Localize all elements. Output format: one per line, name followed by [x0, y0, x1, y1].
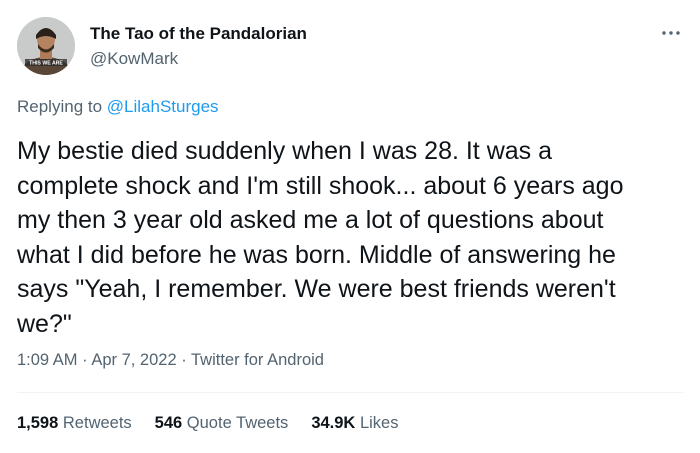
- more-horizontal-icon: [662, 31, 680, 35]
- likes-stat[interactable]: 34.9K Likes: [311, 414, 398, 433]
- tweet-source-link[interactable]: Twitter for Android: [191, 351, 324, 369]
- retweets-label: Retweets: [62, 414, 132, 432]
- reply-prefix: Replying to: [17, 97, 107, 116]
- reply-to-handle-link[interactable]: @LilahSturges: [107, 97, 219, 116]
- tweet-date-link[interactable]: Apr 7, 2022: [91, 351, 176, 369]
- tweet-time-link[interactable]: 1:09 AM: [17, 351, 78, 369]
- more-options-button[interactable]: [660, 24, 682, 42]
- retweets-stat[interactable]: 1,598 Retweets: [17, 414, 132, 433]
- reply-context: Replying to @LilahSturges: [17, 97, 219, 117]
- avatar-image: THIS WE ARE: [17, 17, 75, 75]
- author-handle[interactable]: @KowMark: [90, 49, 178, 69]
- likes-label: Likes: [359, 414, 399, 432]
- likes-count: 34.9K: [311, 414, 356, 432]
- retweets-count: 1,598: [17, 414, 59, 432]
- meta-separator: ·: [77, 351, 92, 369]
- author-display-name[interactable]: The Tao of the Pandalorian: [90, 24, 307, 44]
- engagement-stats: 1,598 Retweets 546 Quote Tweets 34.9K Li…: [17, 414, 398, 433]
- avatar[interactable]: THIS WE ARE: [17, 17, 75, 75]
- quote-tweets-label: Quote Tweets: [186, 414, 289, 432]
- quote-tweets-stat[interactable]: 546 Quote Tweets: [155, 414, 289, 433]
- avatar-caption: THIS WE ARE: [29, 61, 63, 67]
- meta-separator: ·: [176, 351, 191, 369]
- tweet-text: My bestie died suddenly when I was 28. I…: [17, 137, 624, 338]
- tweet-metadata: 1:09 AM · Apr 7, 2022 · Twitter for Andr…: [17, 351, 324, 370]
- tweet-card: THIS WE ARE The Tao of the Pandalorian @…: [0, 0, 700, 453]
- divider: [17, 392, 683, 393]
- quote-tweets-count: 546: [154, 414, 183, 432]
